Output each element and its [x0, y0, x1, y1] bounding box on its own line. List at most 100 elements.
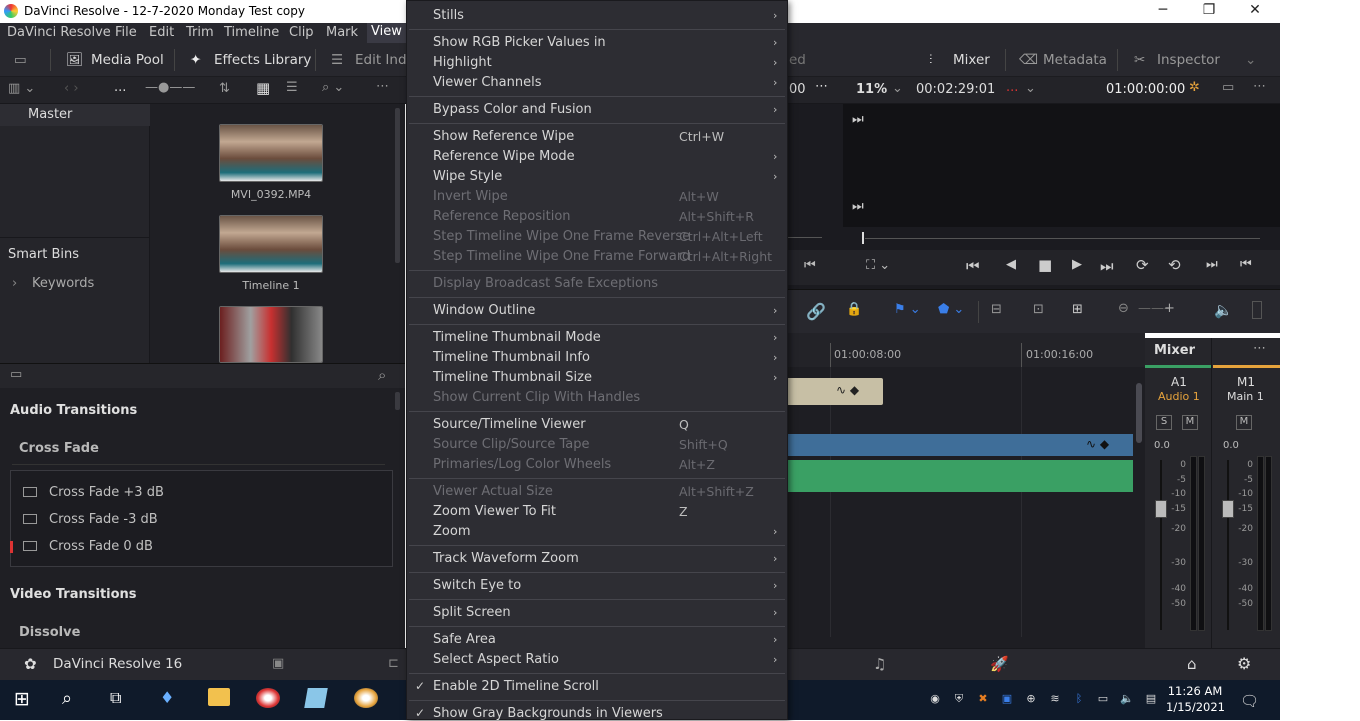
- volume-tray-icon[interactable]: 🔈: [1120, 692, 1134, 706]
- menu-item-rgb-picker[interactable]: Show RGB Picker Values in: [433, 35, 606, 50]
- tray-icon[interactable]: ▣: [1000, 692, 1014, 706]
- menu-item-window-outline[interactable]: Window Outline: [433, 303, 535, 318]
- effects-library-button[interactable]: Effects Library: [214, 43, 311, 77]
- menu-clip[interactable]: Clip: [289, 25, 314, 40]
- menu-edit[interactable]: Edit: [149, 25, 174, 40]
- playhead[interactable]: [862, 232, 864, 244]
- wifi-icon[interactable]: ≋: [1048, 692, 1062, 706]
- fairlight-page-icon[interactable]: ♫: [873, 655, 886, 673]
- menu-item-thumb-info[interactable]: Timeline Thumbnail Info: [433, 350, 590, 365]
- menu-trim[interactable]: Trim: [186, 25, 214, 40]
- match-frame-icon[interactable]: ⟲: [1168, 256, 1181, 274]
- next-edit-icon[interactable]: ⏭: [852, 199, 864, 214]
- menu-item-switch-eye[interactable]: Switch Eye to: [433, 578, 521, 593]
- link-icon[interactable]: 🔗: [806, 302, 826, 321]
- effect-item[interactable]: Cross Fade +3 dB: [49, 485, 164, 500]
- zoom-out-icon[interactable]: ⊖: [1118, 301, 1129, 316]
- menu-file[interactable]: File: [115, 25, 137, 40]
- menu-item-thumb-mode[interactable]: Timeline Thumbnail Mode: [433, 330, 601, 345]
- menu-item-enable-2d-scroll[interactable]: Enable 2D Timeline Scroll: [433, 679, 599, 694]
- solo-button[interactable]: S: [1156, 415, 1172, 430]
- jump-start-icon[interactable]: ⏮: [966, 257, 980, 275]
- menu-timeline[interactable]: Timeline: [224, 25, 279, 40]
- home-icon[interactable]: ⌂: [1187, 655, 1197, 673]
- search-icon[interactable]: ⌕: [62, 688, 86, 712]
- menu-item-show-ref-wipe[interactable]: Show Reference Wipe: [433, 129, 574, 144]
- zoom-level[interactable]: 11%: [856, 82, 887, 97]
- security-shield-icon[interactable]: ⛨: [952, 692, 966, 706]
- timeline-scrollbar[interactable]: [1136, 383, 1142, 443]
- collapse-chevron-icon[interactable]: ⌄: [1245, 43, 1256, 77]
- paint-app-icon[interactable]: [354, 688, 378, 708]
- minimize-button[interactable]: ─: [1140, 0, 1186, 23]
- maximize-button[interactable]: ❐: [1186, 0, 1232, 23]
- menu-item-gray-backgrounds[interactable]: Show Gray Backgrounds in Viewers: [433, 706, 663, 721]
- play-icon[interactable]: ▶: [1072, 257, 1082, 272]
- menu-item-zoom-fit[interactable]: Zoom Viewer To Fit: [433, 504, 556, 519]
- sort-icon[interactable]: ⇅: [219, 81, 230, 96]
- sidebar-toggle-icon[interactable]: ▥ ⌄: [8, 81, 35, 96]
- zoom-dropdown-icon[interactable]: ⌄: [892, 81, 903, 96]
- audio-clip[interactable]: [788, 460, 1133, 492]
- menu-item-thumb-size[interactable]: Timeline Thumbnail Size: [433, 370, 592, 385]
- media-pool-icon[interactable]: 🖼: [66, 43, 83, 77]
- menu-davinci-resolve[interactable]: DaVinci Resolve: [7, 25, 111, 40]
- menu-item-bypass[interactable]: Bypass Color and Fusion: [433, 102, 592, 117]
- menu-item-safe-area[interactable]: Safe Area: [433, 632, 496, 647]
- video-clip[interactable]: ∿ ◆: [788, 378, 883, 405]
- effects-scrollbar[interactable]: [395, 392, 400, 410]
- zoom-full-icon[interactable]: ⊟: [991, 302, 1002, 317]
- zoom-custom-icon[interactable]: ⊞: [1072, 302, 1083, 317]
- media-pool-button[interactable]: Media Pool: [91, 43, 164, 77]
- zoom-in-icon[interactable]: +: [1164, 301, 1175, 316]
- back-forward-icon[interactable]: ‹ ›: [64, 81, 79, 96]
- menu-item-aspect-ratio[interactable]: Select Aspect Ratio: [433, 652, 559, 667]
- battery-icon[interactable]: ▭: [1096, 692, 1110, 706]
- menu-item-ref-wipe-mode[interactable]: Reference Wipe Mode: [433, 149, 575, 164]
- app-pin-icon[interactable]: ♦: [160, 688, 184, 712]
- safe-area-icon[interactable]: ⛶ ⌄: [866, 258, 890, 273]
- list-view-icon[interactable]: ☰: [286, 80, 298, 95]
- effects-search-icon[interactable]: ⌕: [378, 366, 386, 384]
- lock-icon[interactable]: 🔒: [846, 302, 862, 317]
- menu-item-highlight[interactable]: Highlight: [433, 55, 492, 70]
- layout-icon[interactable]: ▭: [14, 43, 27, 77]
- bus-mute-button[interactable]: M: [1236, 415, 1252, 430]
- grid-view-icon[interactable]: ▦: [256, 79, 270, 97]
- menu-item-stills[interactable]: Stills: [433, 8, 464, 23]
- close-button[interactable]: ✕: [1232, 0, 1278, 23]
- clip-thumbnail-mvi-0392[interactable]: [219, 124, 323, 182]
- menu-view[interactable]: View: [367, 23, 406, 43]
- menu-mark[interactable]: Mark: [326, 25, 358, 40]
- keyboard-icon[interactable]: ▤: [1144, 692, 1158, 706]
- mute-button[interactable]: M: [1182, 415, 1198, 430]
- zoom-detail-icon[interactable]: ⊡: [1033, 302, 1044, 317]
- edit-index-icon[interactable]: ☰: [331, 43, 343, 77]
- color-picker-icon[interactable]: ✲: [1189, 80, 1200, 95]
- mark-in-icon[interactable]: ⏮: [804, 258, 816, 273]
- viewer-layout-icon[interactable]: ▭: [1222, 80, 1234, 95]
- resolve-taskbar-icon[interactable]: [256, 688, 280, 708]
- volume-icon[interactable]: 🔈: [1214, 301, 1233, 319]
- expand-chevron-icon[interactable]: ›: [12, 276, 17, 291]
- mark-out-prev-icon[interactable]: ⏮: [1240, 257, 1252, 272]
- menu-item-source-timeline[interactable]: Source/Timeline Viewer: [433, 417, 586, 432]
- globe-icon[interactable]: ⊕: [1024, 692, 1038, 706]
- mixer-sliders-icon[interactable]: ⫶: [929, 43, 932, 77]
- notes-app-icon[interactable]: [304, 688, 328, 708]
- media-page-icon[interactable]: ▣: [272, 656, 284, 671]
- task-view-icon[interactable]: ⧉: [110, 688, 134, 712]
- mixer-button[interactable]: Mixer: [953, 43, 990, 77]
- volume-fader[interactable]: [1222, 500, 1234, 518]
- menu-item-waveform-zoom[interactable]: Track Waveform Zoom: [433, 551, 579, 566]
- mixer-options-icon[interactable]: ⋯: [1253, 341, 1266, 356]
- effect-item[interactable]: Cross Fade 0 dB: [49, 539, 153, 554]
- notifications-icon[interactable]: 🗨: [1240, 692, 1259, 710]
- flag-icon[interactable]: ⚑ ⌄: [894, 302, 921, 317]
- path-ellipsis[interactable]: ...: [114, 80, 126, 95]
- cut-page-icon[interactable]: ⊏: [388, 656, 399, 671]
- prev-edit-icon[interactable]: ⏭: [852, 112, 864, 127]
- reverse-icon[interactable]: ◀: [1006, 257, 1016, 272]
- media-scrollbar[interactable]: [395, 108, 400, 263]
- deliver-page-icon[interactable]: 🚀: [990, 655, 1009, 673]
